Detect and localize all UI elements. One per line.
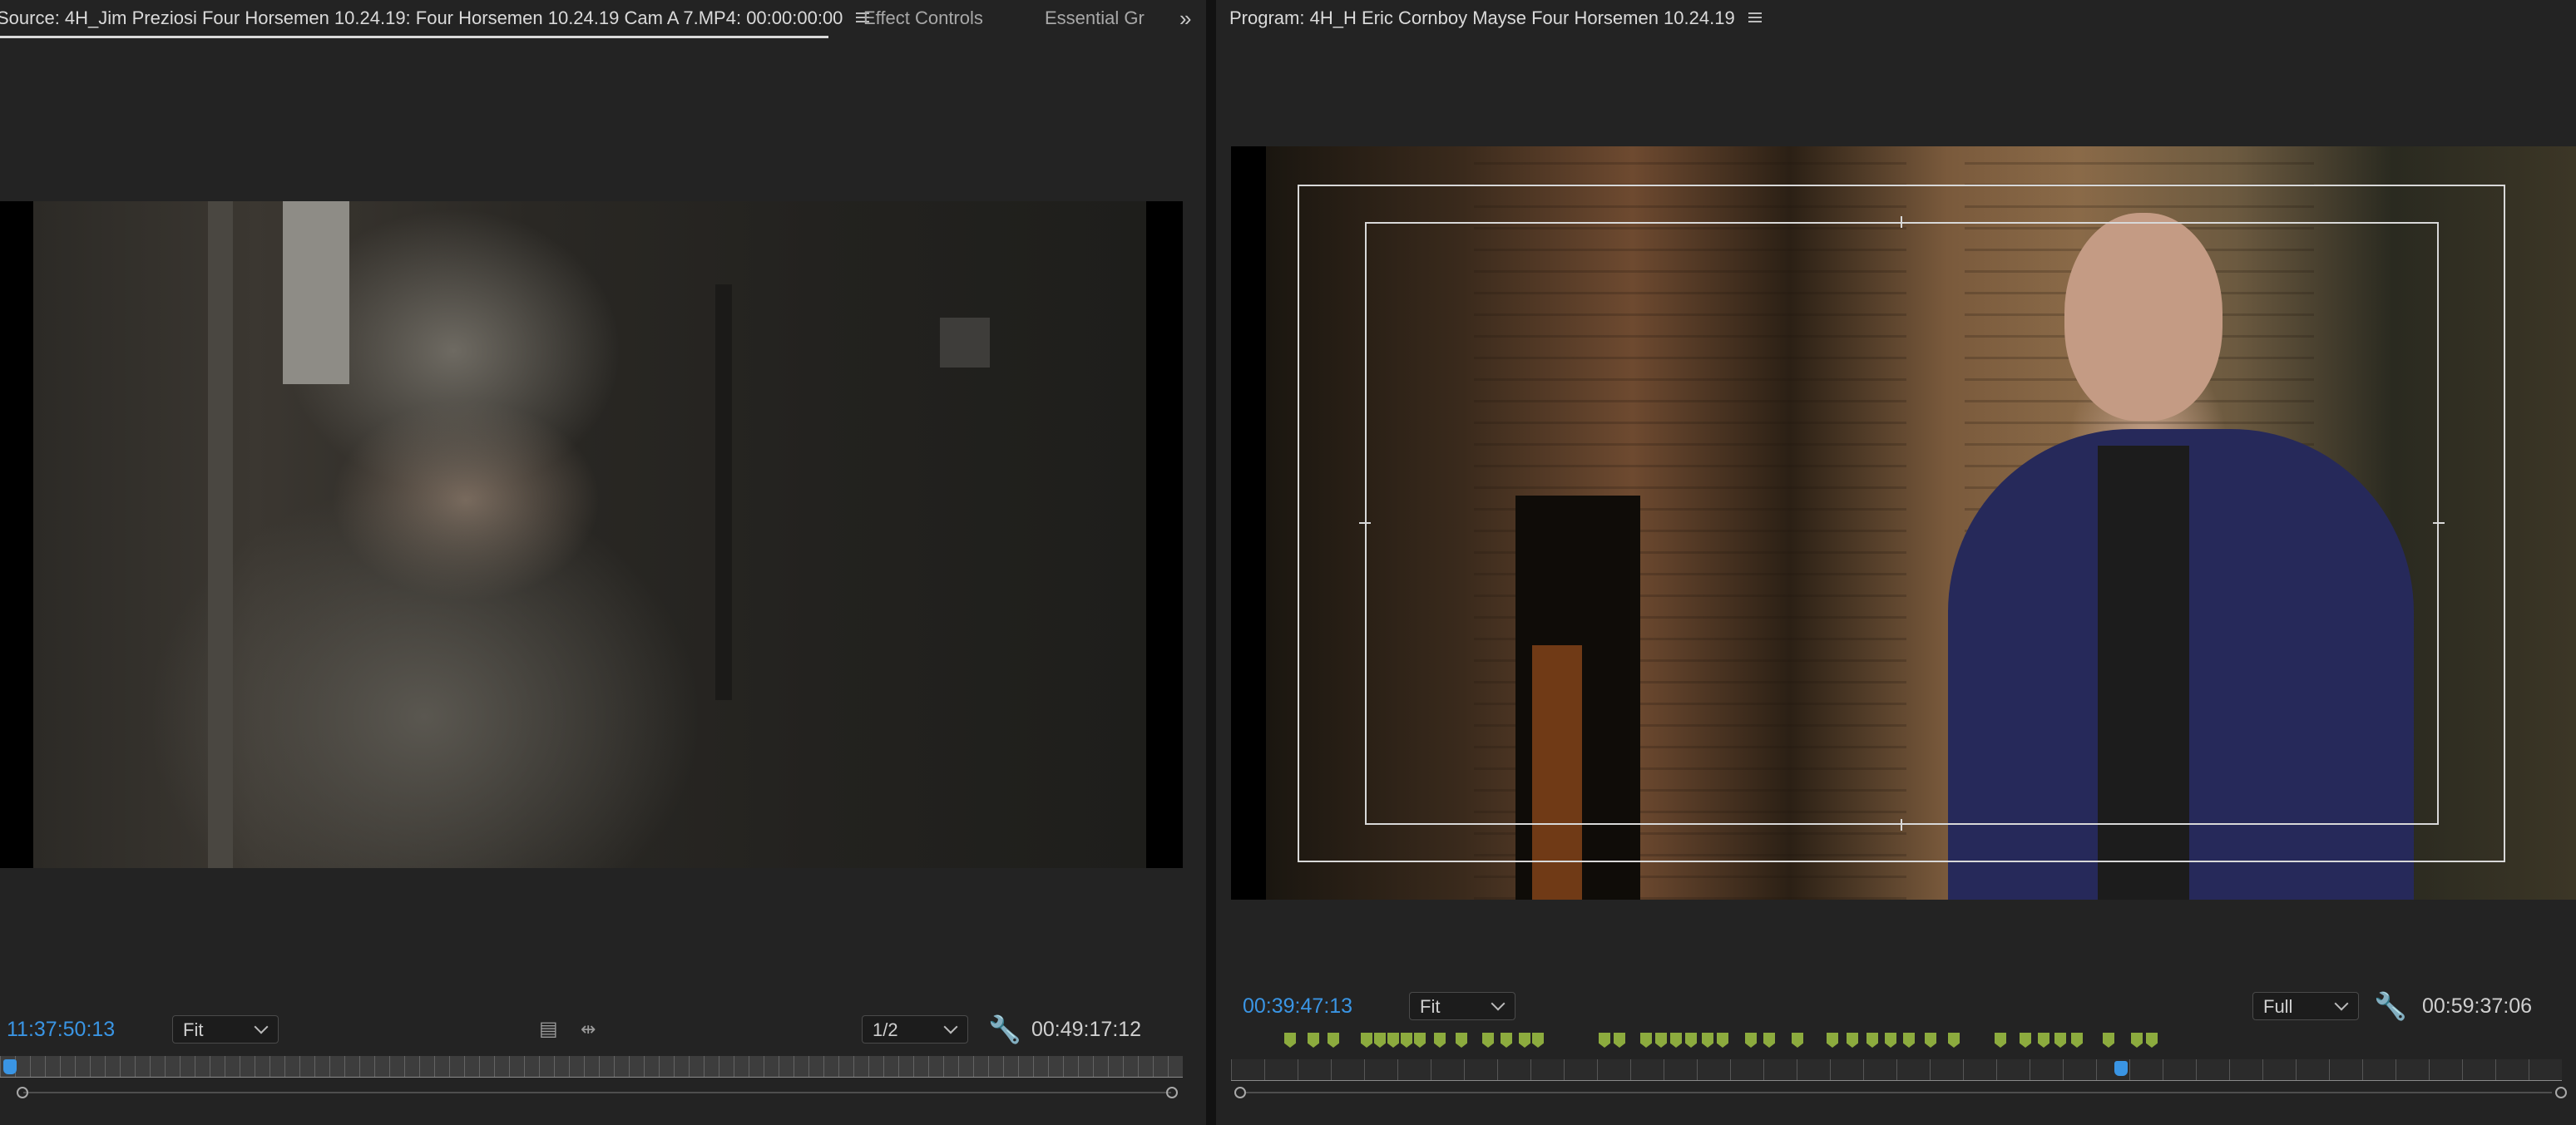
drag-audio-only-icon[interactable]: ⇹ — [581, 1013, 596, 1046]
sequence-marker[interactable] — [2103, 1033, 2114, 1048]
source-scroll-handle-right[interactable] — [1166, 1087, 1178, 1098]
sequence-marker[interactable] — [1702, 1033, 1713, 1048]
tab-effect-controls[interactable]: Effect Controls — [863, 0, 983, 38]
settings-wrench-icon[interactable]: 🔧 — [2374, 989, 2407, 1023]
source-zoom-select[interactable]: Fit — [172, 1015, 279, 1044]
sequence-marker[interactable] — [1308, 1033, 1319, 1048]
source-tab-label: Source: 4H_Jim Preziosi Four Horsemen 10… — [0, 7, 843, 28]
sequence-marker[interactable] — [1948, 1033, 1960, 1048]
program-tab-bar: Program: 4H_H Eric Cornboy Mayse Four Ho… — [1216, 0, 2576, 38]
program-resolution-select[interactable]: Full — [2252, 992, 2359, 1020]
title-safe-guide — [1365, 222, 2439, 825]
double-chevron-right-icon[interactable]: » — [1179, 0, 1191, 38]
program-zoom-select[interactable]: Fit — [1409, 992, 1515, 1020]
source-monitor-panel: Source: 4H_Jim Preziosi Four Horsemen 10… — [0, 0, 1206, 1125]
sequence-marker[interactable] — [1434, 1033, 1446, 1048]
sequence-marker[interactable] — [1532, 1033, 1544, 1048]
sequence-marker[interactable] — [2054, 1033, 2066, 1048]
safe-guide-tick — [1359, 522, 1371, 524]
active-tab-underline — [0, 36, 828, 38]
sequence-marker[interactable] — [1640, 1033, 1652, 1048]
sequence-marker[interactable] — [1501, 1033, 1512, 1048]
sequence-marker[interactable] — [1763, 1033, 1775, 1048]
source-scroll-handle-left[interactable] — [17, 1087, 28, 1098]
program-resolution-value: Full — [2263, 996, 2293, 1017]
source-video-frame — [33, 201, 1146, 868]
sequence-marker[interactable] — [2038, 1033, 2049, 1048]
sequence-marker[interactable] — [1847, 1033, 1858, 1048]
sequence-marker[interactable] — [1745, 1033, 1757, 1048]
source-resolution-select[interactable]: 1/2 — [862, 1015, 968, 1044]
sequence-marker[interactable] — [1792, 1033, 1803, 1048]
program-playhead[interactable] — [2114, 1061, 2128, 1076]
program-tab-label: Program: 4H_H Eric Cornboy Mayse Four Ho… — [1229, 7, 1735, 28]
sequence-marker[interactable] — [1482, 1033, 1494, 1048]
source-playhead-timecode[interactable]: 11:37:50:13 — [7, 1013, 115, 1046]
program-scroll-handle-right[interactable] — [2555, 1087, 2567, 1098]
sequence-marker[interactable] — [1361, 1033, 1372, 1048]
drag-video-only-icon[interactable]: ▤ — [539, 1013, 558, 1046]
sequence-marker[interactable] — [1655, 1033, 1667, 1048]
chevron-down-icon — [943, 1019, 958, 1034]
panel-menu-icon[interactable] — [1748, 12, 1762, 23]
safe-guide-tick — [1901, 216, 1902, 228]
tab-essential-graphics[interactable]: Essential Gr — [1045, 0, 1145, 38]
sequence-marker[interactable] — [1925, 1033, 1936, 1048]
tab-source[interactable]: Source: 4H_Jim Preziosi Four Horsemen 10… — [0, 0, 870, 38]
program-zoom-scrollbar[interactable] — [1246, 1092, 2552, 1093]
program-playhead-timecode[interactable]: 00:39:47:13 — [1243, 989, 1352, 1023]
source-time-ruler[interactable] — [0, 1056, 1183, 1078]
sequence-marker[interactable] — [1374, 1033, 1386, 1048]
sequence-marker[interactable] — [1614, 1033, 1625, 1048]
sequence-marker[interactable] — [1387, 1033, 1399, 1048]
source-resolution-value: 1/2 — [873, 1019, 898, 1040]
sequence-marker[interactable] — [1519, 1033, 1530, 1048]
safe-guide-tick — [1901, 819, 1902, 831]
sequence-marker[interactable] — [1328, 1033, 1339, 1048]
sequence-marker[interactable] — [2020, 1033, 2031, 1048]
sequence-marker[interactable] — [2131, 1033, 2143, 1048]
chevron-down-icon — [1491, 996, 1506, 1011]
sequence-marker[interactable] — [1995, 1033, 2006, 1048]
source-playhead[interactable] — [3, 1059, 17, 1074]
sequence-marker[interactable] — [1401, 1033, 1412, 1048]
settings-wrench-icon[interactable]: 🔧 — [988, 1013, 1021, 1046]
sequence-marker[interactable] — [1414, 1033, 1426, 1048]
sequence-marker[interactable] — [1456, 1033, 1467, 1048]
sequence-marker[interactable] — [1717, 1033, 1728, 1048]
sequence-marker[interactable] — [1685, 1033, 1697, 1048]
source-zoom-scrollbar[interactable] — [23, 1092, 1171, 1093]
safe-guide-tick — [2433, 522, 2445, 524]
source-video-viewer[interactable] — [0, 201, 1183, 868]
sequence-marker[interactable] — [1284, 1033, 1296, 1048]
sequence-marker[interactable] — [1903, 1033, 1915, 1048]
sequence-marker[interactable] — [2071, 1033, 2083, 1048]
program-duration-timecode: 00:59:37:06 — [2422, 994, 2533, 1018]
chevron-down-icon — [254, 1019, 269, 1034]
sequence-marker[interactable] — [1866, 1033, 1878, 1048]
program-zoom-value: Fit — [1420, 996, 1441, 1017]
chevron-down-icon — [2334, 996, 2349, 1011]
program-time-ruler[interactable] — [1231, 1059, 2562, 1081]
program-scroll-handle-left[interactable] — [1234, 1087, 1246, 1098]
sequence-marker[interactable] — [1827, 1033, 1838, 1048]
source-duration-timecode: 00:49:17:12 — [1031, 1018, 1142, 1041]
sequence-marker[interactable] — [1670, 1033, 1682, 1048]
source-tab-bar: Source: 4H_Jim Preziosi Four Horsemen 10… — [0, 0, 1206, 38]
source-zoom-value: Fit — [183, 1019, 204, 1040]
tab-program[interactable]: Program: 4H_H Eric Cornboy Mayse Four Ho… — [1229, 0, 1762, 38]
sequence-marker[interactable] — [1885, 1033, 1896, 1048]
sequence-marker[interactable] — [2146, 1033, 2158, 1048]
sequence-marker[interactable] — [1599, 1033, 1610, 1048]
panel-divider[interactable] — [1206, 0, 1216, 1125]
